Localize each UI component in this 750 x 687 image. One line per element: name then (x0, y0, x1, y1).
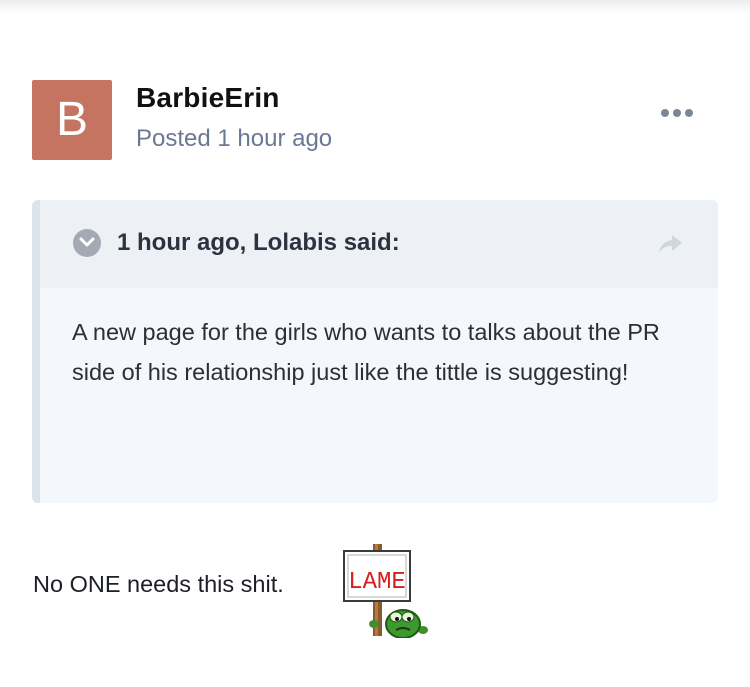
ellipsis-icon (685, 109, 693, 117)
quote-citation: 1 hour ago, Lolabis said: (117, 229, 400, 256)
post-timestamp: Posted 1 hour ago (136, 125, 333, 152)
author-name[interactable]: BarbieErin (136, 82, 280, 114)
avatar[interactable]: B (32, 80, 112, 160)
chevron-down-circle-icon[interactable] (73, 229, 101, 257)
forum-post: B BarbieErin Posted 1 hour ago 1 hour ag… (0, 0, 750, 687)
emoticon-sign-text: LAME (348, 569, 406, 596)
post-content: No ONE needs this shit. (33, 571, 284, 597)
ellipsis-icon (673, 109, 681, 117)
share-arrow-icon[interactable] (656, 232, 686, 256)
lame-sign-emoticon: LAME (343, 544, 428, 638)
ellipsis-icon (661, 109, 669, 117)
quote-border (32, 200, 40, 503)
quote-block: 1 hour ago, Lolabis said: A new page for… (32, 200, 718, 503)
post-menu-button[interactable] (654, 98, 700, 128)
quote-text: A new page for the girls who wants to ta… (72, 319, 660, 385)
